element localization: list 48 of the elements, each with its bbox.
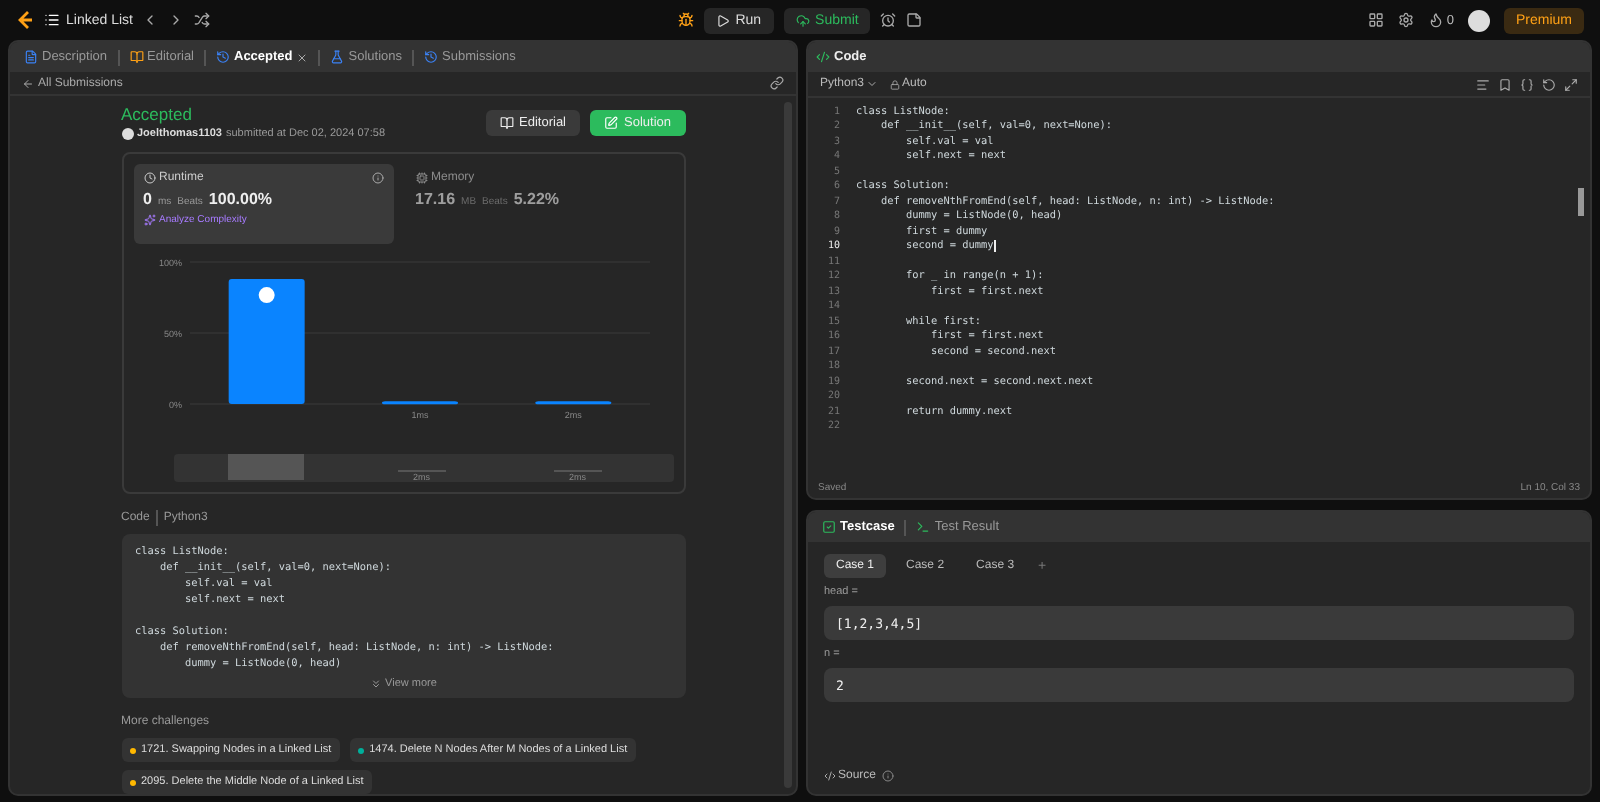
avatar[interactable] [1468,9,1490,31]
info-icon[interactable] [882,770,895,782]
tab-icon [424,50,439,64]
sparkle-icon [143,214,155,226]
stat-value: 17.16 [415,190,456,208]
histogram-bar [227,279,304,404]
reset-icon[interactable] [1542,77,1556,91]
cloud-upload-icon [795,13,810,27]
tab-icon [822,520,836,534]
braces-icon[interactable] [1520,77,1534,91]
back-arrow-icon [22,77,34,89]
settings-icon[interactable] [1398,12,1415,28]
list-icon [44,12,60,28]
info-icon[interactable] [371,172,383,184]
shuffle-icon[interactable] [194,12,211,28]
close-icon[interactable] [296,51,309,63]
expand-icon[interactable] [1564,77,1578,91]
user-avatar [121,128,133,140]
link-icon[interactable] [770,76,784,90]
tab-icon [24,50,38,64]
bug-icon[interactable] [677,12,694,28]
edit-icon [604,115,618,129]
tab-icon [330,50,345,64]
bookmark-icon[interactable] [1498,77,1512,91]
grid-icon[interactable] [1368,12,1385,28]
tab-icon [129,50,144,64]
user-marker-icon [257,287,274,304]
format-icon[interactable] [1476,77,1490,91]
lock-icon [890,79,901,89]
note-icon[interactable] [906,12,923,28]
chevrons-down-icon [369,678,382,690]
code-icon [816,50,830,64]
beats-percent: 100.00% [208,190,273,208]
editor-scrollbar[interactable] [1578,188,1584,216]
status-text: Accepted [121,104,194,124]
chevron-down-icon [866,78,879,90]
logo-icon[interactable] [16,10,34,30]
flame-icon [1428,12,1445,28]
code-icon [824,770,836,782]
stat-icon [415,172,427,184]
tab-icon [916,520,931,534]
stat-icon [143,172,155,184]
book-icon [499,115,514,129]
beats-percent: 5.22% [513,190,560,208]
stat-value: 0 [143,190,152,208]
tab-icon [216,50,230,64]
play-icon [715,13,730,27]
alarm-clock-icon[interactable] [880,12,897,28]
